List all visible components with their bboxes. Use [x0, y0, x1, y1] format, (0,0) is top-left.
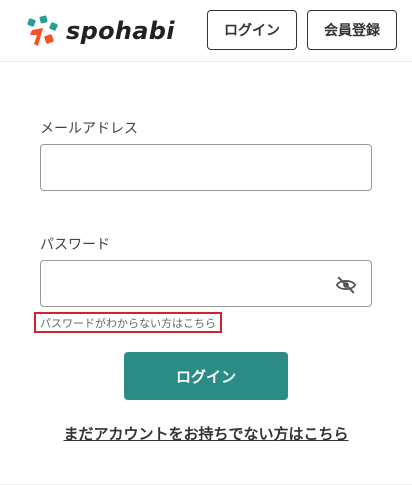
email-label: メールアドレス [40, 121, 138, 137]
password-input[interactable] [41, 261, 371, 306]
logo[interactable]: spohabi [26, 14, 175, 48]
header-login-button[interactable]: ログイン [207, 10, 297, 50]
login-submit-button[interactable]: ログイン [124, 352, 288, 400]
logo-text: spohabi [66, 17, 175, 45]
password-label: パスワード [40, 237, 110, 253]
email-field-box [40, 144, 372, 191]
eye-off-icon[interactable] [335, 275, 357, 295]
forgot-password-link[interactable]: パスワードがわからない方はこちら [34, 312, 222, 333]
logo-icon [27, 15, 58, 46]
email-input[interactable] [41, 145, 371, 190]
signup-link[interactable]: まだアカウントをお持ちでない方はこちら [0, 423, 412, 444]
site-header: spohabi ログイン 会員登録 [0, 0, 412, 62]
header-register-button[interactable]: 会員登録 [307, 10, 397, 50]
password-field-box [40, 260, 372, 307]
